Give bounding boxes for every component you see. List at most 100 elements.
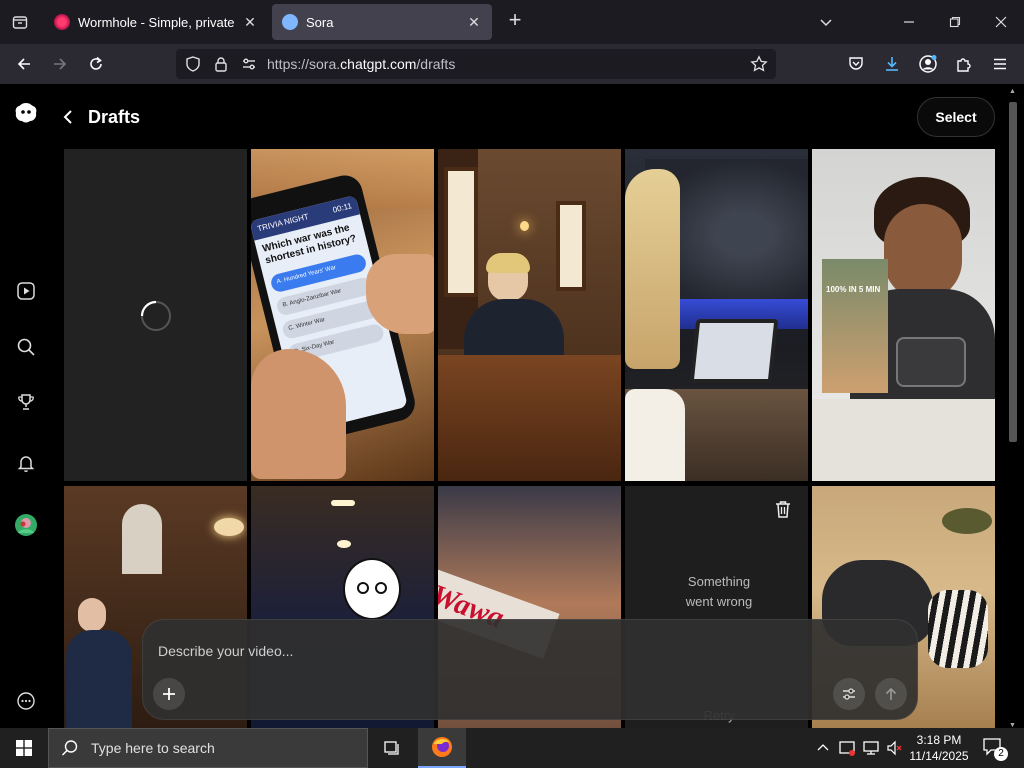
- sidebar: [0, 84, 52, 728]
- account-icon[interactable]: [916, 52, 940, 76]
- person-head: [78, 598, 106, 632]
- back-chevron-icon[interactable]: [58, 106, 78, 128]
- hamburger-menu-icon[interactable]: [988, 52, 1012, 76]
- forward-arrow-icon[interactable]: [48, 52, 72, 76]
- loading-spinner-icon: [140, 300, 171, 331]
- browser-tab-strip: Wormhole - Simple, private file ✕ Sora ✕…: [0, 0, 1024, 44]
- close-tab-icon[interactable]: ✕: [242, 14, 258, 30]
- site-permissions-icon[interactable]: [240, 55, 258, 73]
- lamp-shape: [214, 518, 244, 536]
- add-attachment-button[interactable]: [153, 678, 185, 710]
- cartoon-eye: [375, 582, 387, 594]
- search-placeholder: Type here to search: [91, 740, 215, 756]
- trash-icon[interactable]: [775, 500, 793, 520]
- error-line: went wrong: [685, 594, 753, 609]
- scroll-up-arrow-icon[interactable]: ▲: [1009, 88, 1017, 96]
- downloads-icon[interactable]: [880, 52, 904, 76]
- draft-tile-phone-smile[interactable]: 100% IN 5 MIN: [812, 149, 995, 481]
- draft-tile-laptop-map[interactable]: [625, 149, 808, 481]
- trivia-timer: 00:11: [331, 201, 353, 215]
- submit-arrow-button[interactable]: [875, 678, 907, 710]
- error-message: Something went wrong: [625, 572, 808, 612]
- shield-icon[interactable]: [184, 55, 202, 73]
- list-all-tabs-chevron-icon[interactable]: [814, 10, 838, 34]
- extensions-puzzle-icon[interactable]: [952, 52, 976, 76]
- url-prefix: https://sora.: [267, 56, 341, 72]
- sora-drafts-page: Drafts Select TRIVIA NIGHT 00:11 Which wa…: [0, 84, 1024, 728]
- ceiling-light: [331, 500, 355, 506]
- tab-sora[interactable]: Sora ✕: [272, 4, 492, 40]
- tab-title: Sora: [306, 14, 334, 30]
- user-avatar[interactable]: [14, 513, 38, 537]
- address-bar[interactable]: https://sora.chatgpt.com/drafts: [176, 49, 776, 79]
- smartphone: [896, 337, 966, 387]
- error-line: Something: [687, 574, 751, 589]
- pocket-icon[interactable]: [844, 52, 868, 76]
- prompt-input[interactable]: [158, 640, 758, 662]
- laptop-screen: [689, 319, 779, 383]
- trivia-title: TRIVIA NIGHT: [256, 211, 310, 234]
- taskbar-clock[interactable]: 3:18 PM 11/14/2025: [908, 732, 970, 764]
- person-suit: [66, 630, 132, 728]
- table-shape: [812, 399, 995, 481]
- arched-window: [122, 504, 162, 574]
- tab-wormhole[interactable]: Wormhole - Simple, private file ✕: [44, 4, 268, 40]
- network-icon[interactable]: [860, 737, 882, 759]
- window-shape: [444, 167, 478, 297]
- scrollbar-thumb[interactable]: [1009, 102, 1017, 442]
- volume-muted-icon[interactable]: [884, 737, 906, 759]
- window-shape: [556, 201, 586, 291]
- sora-logo-icon[interactable]: [13, 100, 39, 126]
- url-path: /drafts: [416, 56, 456, 72]
- windows-start-icon[interactable]: [0, 728, 48, 768]
- new-tab-button[interactable]: +: [504, 9, 526, 32]
- browser-nav-bar: https://sora.chatgpt.com/drafts: [0, 44, 1024, 84]
- more-options-icon[interactable]: [14, 689, 38, 713]
- video-feed-icon[interactable]: [14, 279, 38, 303]
- back-arrow-icon[interactable]: [12, 52, 36, 76]
- restore-button[interactable]: [943, 10, 967, 34]
- draft-tile-courtroom[interactable]: [438, 149, 621, 481]
- person-face: [884, 204, 962, 300]
- notification-count-badge: 2: [994, 747, 1008, 761]
- draft-tile-trivia-phone[interactable]: TRIVIA NIGHT 00:11 Which war was the shor…: [251, 149, 434, 481]
- notification-bell-icon[interactable]: [14, 451, 38, 475]
- lock-icon[interactable]: [212, 55, 230, 73]
- url-text[interactable]: https://sora.chatgpt.com/drafts: [267, 56, 455, 72]
- tab-list-icon[interactable]: [8, 10, 32, 34]
- tab-title: Wormhole - Simple, private file: [78, 14, 236, 30]
- person-hair: [486, 253, 530, 273]
- tray-chevron-up-icon[interactable]: [812, 737, 834, 759]
- wormhole-favicon-icon: [54, 14, 70, 30]
- cartoon-face: [343, 558, 401, 620]
- close-tab-icon[interactable]: ✕: [466, 14, 482, 30]
- firefox-taskbar-button[interactable]: [418, 728, 466, 768]
- bookmark-star-icon[interactable]: [750, 55, 768, 73]
- person-hair: [625, 169, 680, 369]
- settings-sliders-button[interactable]: [833, 678, 865, 710]
- task-view-icon[interactable]: [381, 737, 403, 759]
- page-title: Drafts: [88, 107, 141, 127]
- windows-taskbar: Type here to search 3:18 PM 11/14/2025 2: [0, 728, 1024, 768]
- url-domain: chatgpt.com: [340, 56, 417, 72]
- minimize-button[interactable]: [897, 10, 921, 34]
- notification-center-icon[interactable]: 2: [982, 737, 1008, 761]
- search-icon: [61, 740, 78, 756]
- acacia-tree: [942, 508, 992, 534]
- phone-ad-banner: 100% IN 5 MIN: [822, 259, 888, 393]
- trophy-icon[interactable]: [14, 390, 38, 414]
- close-window-button[interactable]: [989, 10, 1013, 34]
- person-arm: [625, 389, 685, 481]
- search-icon[interactable]: [14, 335, 38, 359]
- page-scrollbar[interactable]: ▲ ▼: [1007, 88, 1019, 728]
- draft-tile-loading[interactable]: [64, 149, 247, 481]
- hand-shape: [251, 349, 346, 479]
- zebra-shape: [928, 590, 988, 668]
- lamp-shape: [520, 221, 529, 231]
- select-button[interactable]: Select: [917, 97, 995, 137]
- clock-date: 11/14/2025: [909, 749, 969, 763]
- tray-app-icon[interactable]: [836, 737, 858, 759]
- cartoon-eye: [357, 582, 369, 594]
- reload-icon[interactable]: [84, 52, 108, 76]
- taskbar-search-box[interactable]: Type here to search: [48, 728, 368, 768]
